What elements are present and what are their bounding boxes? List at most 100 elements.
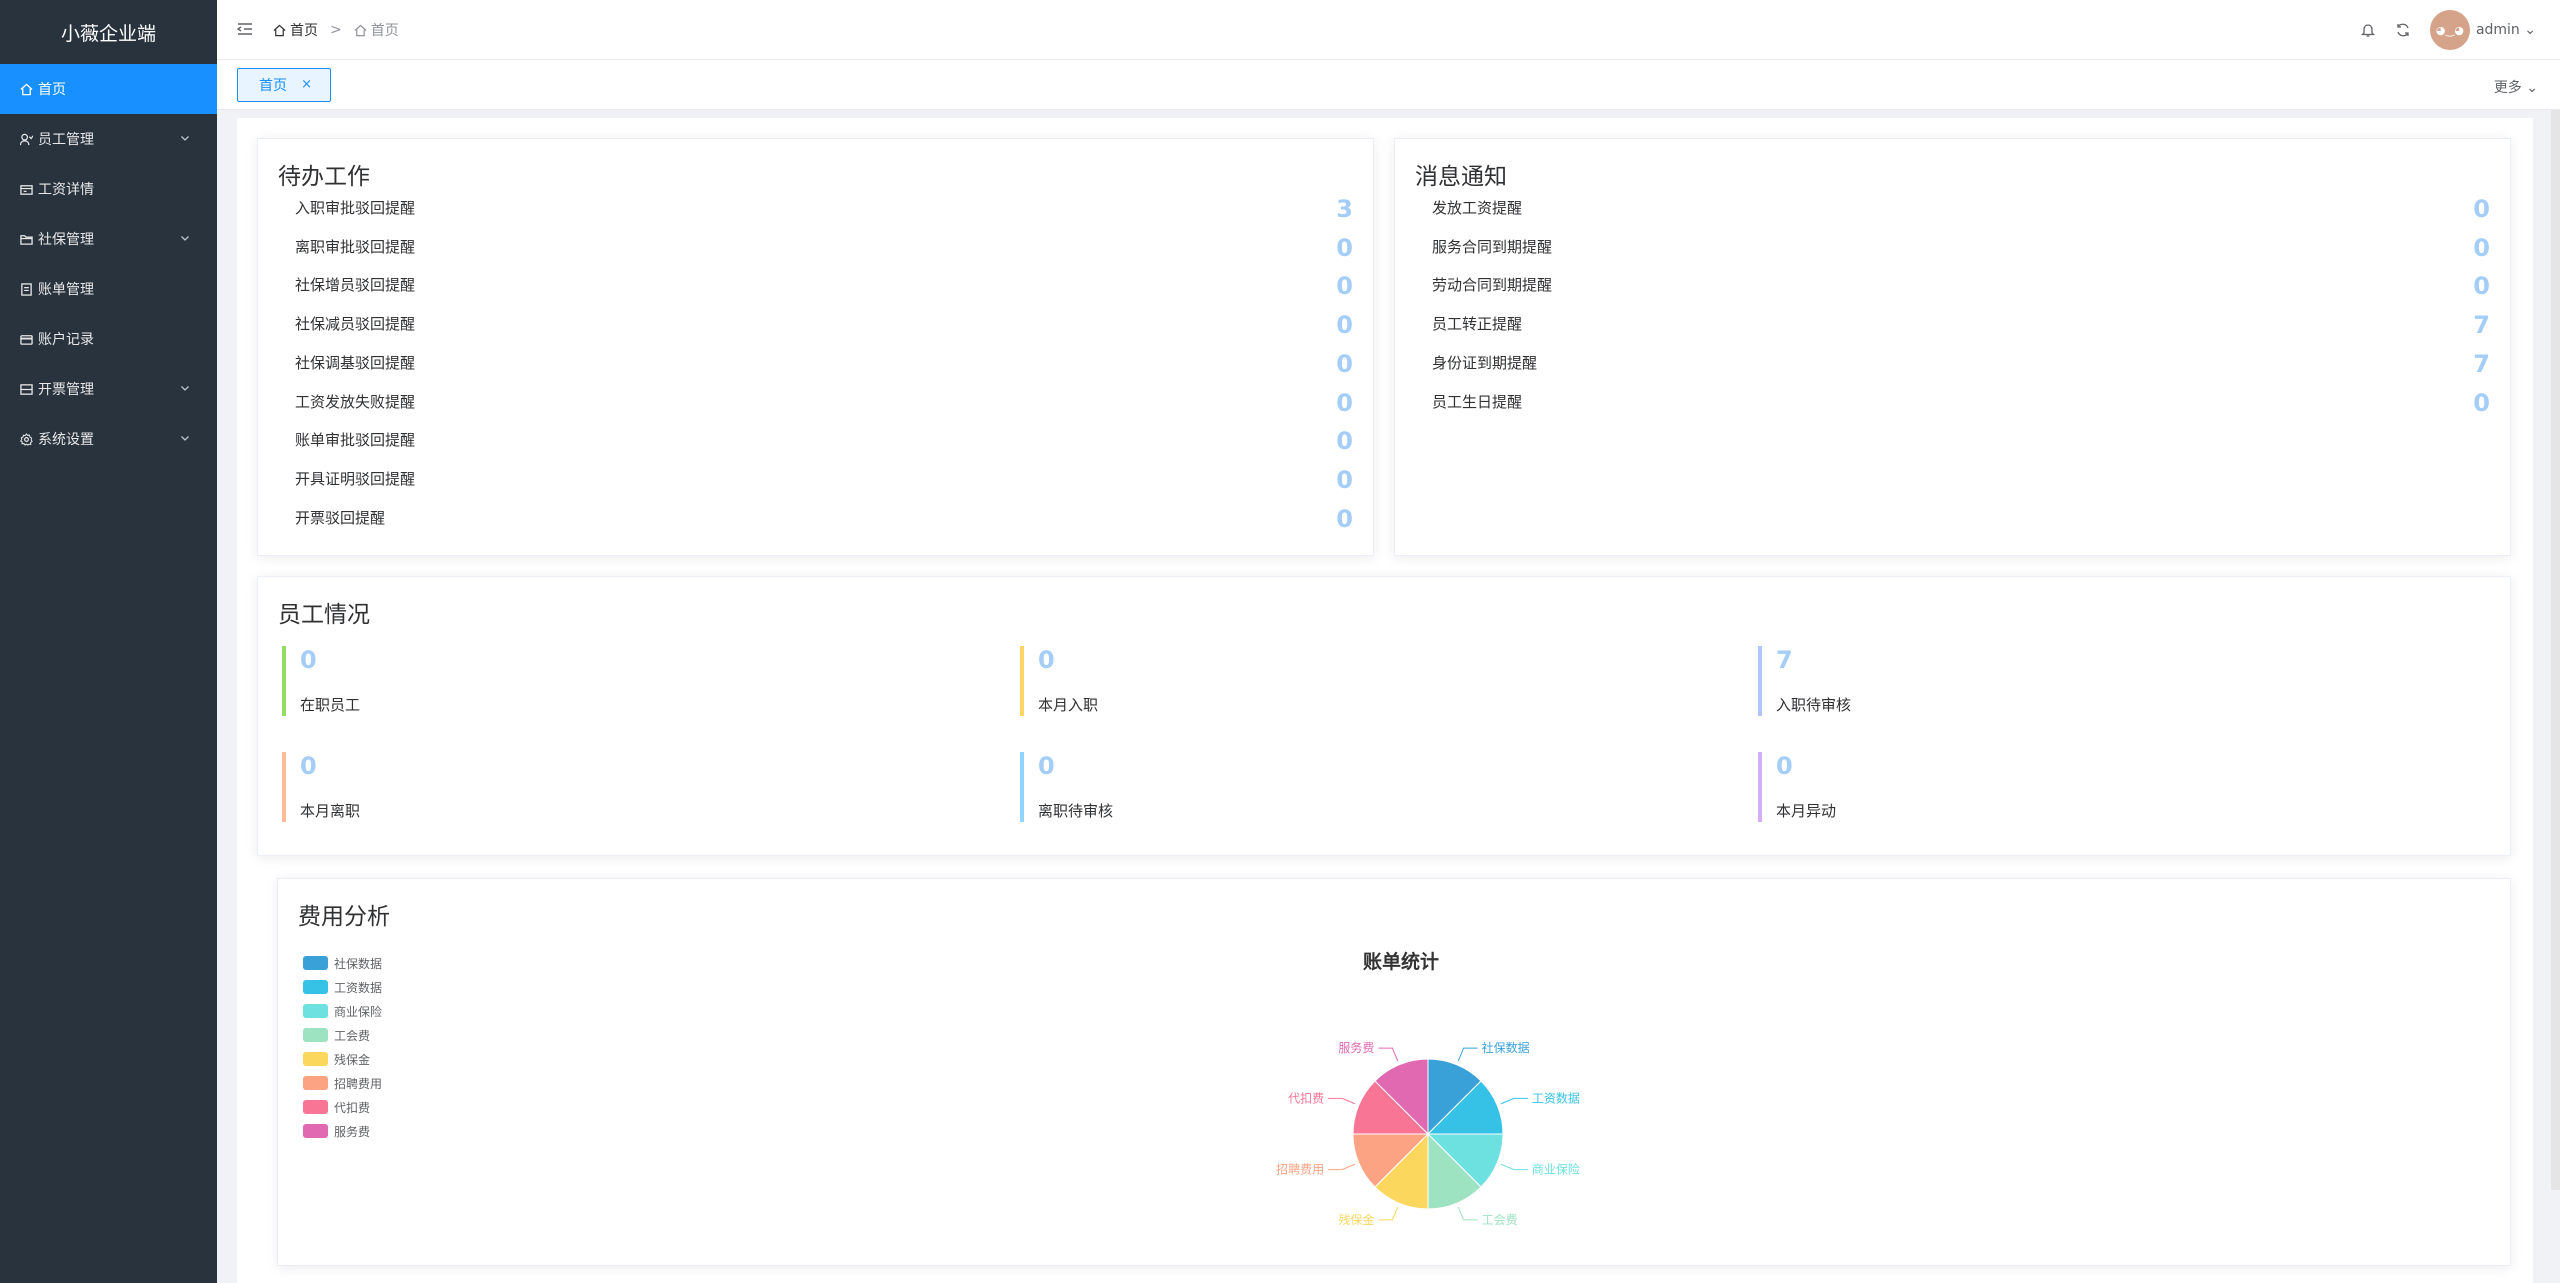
todo-row-label: 开票驳回提醒 xyxy=(295,508,386,527)
legend-swatch xyxy=(303,956,328,970)
todo-row[interactable]: 社保减员驳回提醒 0 xyxy=(295,305,1353,344)
notice-row[interactable]: 劳动合同到期提醒 0 xyxy=(1432,266,2490,305)
todo-row[interactable]: 社保调基驳回提醒 0 xyxy=(295,344,1353,383)
sidebar-item-label: 系统设置 xyxy=(38,432,94,448)
notice-row[interactable]: 员工转正提醒 7 xyxy=(1432,305,2490,344)
todo-row-label: 社保增员驳回提醒 xyxy=(295,276,416,295)
legend-swatch xyxy=(303,1028,328,1042)
legend-item[interactable]: 招聘费用 xyxy=(303,1071,382,1095)
legend-item[interactable]: 代扣费 xyxy=(303,1095,382,1119)
todo-row-label: 开具证明驳回提醒 xyxy=(295,469,416,488)
notice-row-count: 0 xyxy=(2473,195,2490,223)
employee-stat[interactable]: 0 本月异动 xyxy=(1758,752,2258,822)
employee-stat[interactable]: 0 本月离职 xyxy=(282,752,782,822)
employee-stat-label: 本月离职 xyxy=(300,802,361,820)
sidebar-item-label: 账户记录 xyxy=(38,332,94,348)
sidebar-item-label: 首页 xyxy=(38,82,66,98)
sidebar-item-3[interactable]: 社保管理 xyxy=(0,214,217,264)
chart-legend: 社保数据工资数据商业保险 工会费 残保金招聘费用代扣费服务费 xyxy=(303,951,382,1143)
notice-row[interactable]: 服务合同到期提醒 0 xyxy=(1432,228,2490,267)
user-icon xyxy=(20,133,33,145)
todo-row[interactable]: 工资发放失败提醒 0 xyxy=(295,383,1353,422)
employee-stat[interactable]: 0 在职员工 xyxy=(282,646,782,716)
sidebar-item-4[interactable]: 账单管理 xyxy=(0,264,217,314)
notice-row-label: 员工转正提醒 xyxy=(1432,315,1523,334)
legend-label: 招聘费用 xyxy=(334,1076,383,1091)
todo-row[interactable]: 开具证明驳回提醒 0 xyxy=(295,460,1353,499)
notice-row-count: 7 xyxy=(2473,311,2490,340)
gear-icon xyxy=(20,432,33,446)
employee-stat-value: 0 xyxy=(1776,752,1793,780)
breadcrumb: 首页 > 首页 xyxy=(273,20,399,40)
chevron-down-icon xyxy=(181,136,189,141)
sidebar-item-7[interactable]: 系统设置 xyxy=(0,414,217,464)
employee-stat-value: 0 xyxy=(1038,752,1055,780)
username-dropdown[interactable]: admin ⌄ xyxy=(2476,22,2536,38)
legend-label: 工资数据 xyxy=(334,980,383,995)
close-icon[interactable]: × xyxy=(301,77,312,92)
notice-row[interactable]: 员工生日提醒 0 xyxy=(1432,383,2490,422)
todo-row[interactable]: 入职审批驳回提醒 3 xyxy=(295,189,1353,228)
todo-row-count: 0 xyxy=(1336,272,1353,301)
more-label: 更多 xyxy=(2493,80,2522,96)
pie-label-line xyxy=(1500,1163,1528,1171)
page-scrollbar[interactable] xyxy=(2551,110,2560,1190)
legend-swatch xyxy=(303,1100,328,1114)
legend-item[interactable]: 残保金 xyxy=(303,1047,382,1071)
todo-row[interactable]: 离职审批驳回提醒 0 xyxy=(295,228,1353,267)
notice-row-label: 劳动合同到期提醒 xyxy=(1432,276,1553,295)
pie-label-line xyxy=(1457,1047,1478,1062)
todo-row[interactable]: 账单审批驳回提醒 0 xyxy=(295,421,1353,460)
sidebar-item-1[interactable]: 员工管理 xyxy=(0,114,217,164)
home-icon xyxy=(273,24,286,36)
employee-stat-label: 入职待审核 xyxy=(1776,696,1852,714)
notice-row[interactable]: 身份证到期提醒 7 xyxy=(1432,344,2490,383)
sidebar-item-2[interactable]: 工资详情 xyxy=(0,164,217,214)
legend-item[interactable]: 服务费 xyxy=(303,1119,382,1143)
todo-row-count: 0 xyxy=(1336,311,1353,340)
legend-swatch xyxy=(303,1004,328,1018)
employee-stat-label: 在职员工 xyxy=(300,696,361,714)
employee-stat[interactable]: 7 入职待审核 xyxy=(1758,646,2258,716)
employee-card: 员工情况 0 在职员工 0 本月入职 7 入职待审核 0 本月离职 0 离职待审核 0 本月异动 xyxy=(257,576,2511,856)
employee-stat[interactable]: 0 离职待审核 xyxy=(1020,752,1520,822)
employee-stat-label: 本月异动 xyxy=(1776,802,1837,820)
sidebar-item-label: 员工管理 xyxy=(38,132,94,148)
todo-row-count: 0 xyxy=(1336,427,1353,456)
legend-label: 代扣费 xyxy=(334,1100,371,1115)
notice-row-count: 0 xyxy=(2473,388,2490,417)
pie-label-line xyxy=(1328,1097,1356,1105)
employee-stat-value: 7 xyxy=(1776,646,1793,674)
notice-row[interactable]: 发放工资提醒 0 xyxy=(1432,189,2490,228)
notice-row-count: 0 xyxy=(2473,233,2490,262)
header-actions: ◕‿◕ admin ⌄ xyxy=(2360,10,2536,50)
legend-item[interactable]: 工资数据 xyxy=(303,975,382,999)
avatar[interactable]: ◕‿◕ xyxy=(2429,10,2470,50)
refresh-icon[interactable] xyxy=(2395,22,2411,38)
pie-chart: 社保数据工资数据商业保险工会费 残保金 招聘费用 代扣费 服务费 xyxy=(1276,1040,1580,1227)
legend-item[interactable]: 社保数据 xyxy=(303,951,382,975)
todo-row[interactable]: 开票驳回提醒 0 xyxy=(295,499,1353,538)
menu-fold-icon[interactable] xyxy=(237,21,253,37)
todo-row[interactable]: 社保增员驳回提醒 0 xyxy=(295,266,1353,305)
breadcrumb-label: 首页 xyxy=(370,23,399,39)
pie-label-line xyxy=(1378,1047,1399,1062)
legend-label: 社保数据 xyxy=(334,956,383,971)
legend-label: 服务费 xyxy=(334,1124,371,1139)
employee-stat-value: 0 xyxy=(300,752,317,780)
notice-row-count: 7 xyxy=(2473,349,2490,378)
legend-item[interactable]: 工会费 xyxy=(303,1023,382,1047)
sidebar-item-5[interactable]: 账户记录 xyxy=(0,314,217,364)
sidebar-item-0[interactable]: 首页 xyxy=(0,64,217,114)
employee-stat[interactable]: 0 本月入职 xyxy=(1020,646,1520,716)
more-dropdown[interactable]: 更多 ⌄ xyxy=(2494,77,2538,97)
legend-item[interactable]: 商业保险 xyxy=(303,999,382,1023)
chevron-down-icon xyxy=(181,436,189,441)
breadcrumb-item-home[interactable]: 首页 xyxy=(273,20,318,40)
sidebar-item-6[interactable]: 开票管理 xyxy=(0,364,217,414)
todo-card: 待办工作 入职审批驳回提醒 3 离职审批驳回提醒 0 社保增员驳回提醒 0 社保减员驳回提醒… xyxy=(257,138,1374,556)
tag-home[interactable]: 首页 × xyxy=(237,68,331,102)
legend-swatch xyxy=(303,1124,328,1138)
pie-label: 工会费 xyxy=(1482,1213,1518,1227)
bell-icon[interactable] xyxy=(2360,22,2376,38)
